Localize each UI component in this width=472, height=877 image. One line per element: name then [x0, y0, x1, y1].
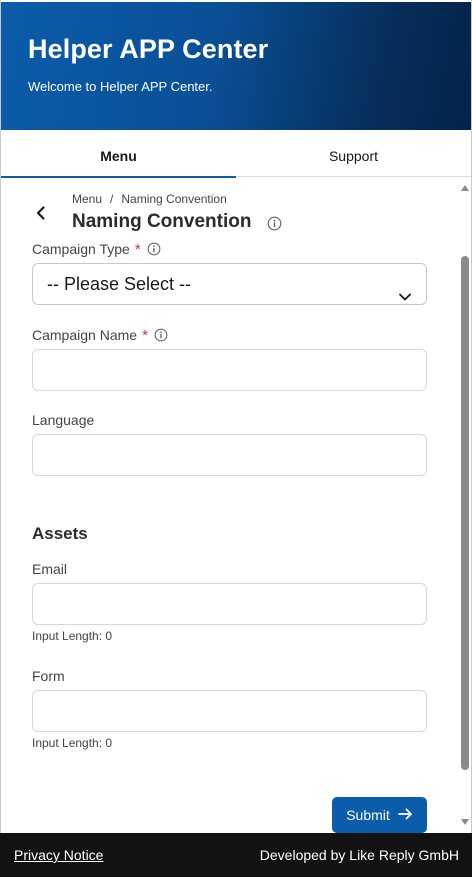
submit-button[interactable]: Submit — [332, 797, 427, 833]
breadcrumb-current: Naming Convention — [121, 192, 227, 206]
language-label: Language — [32, 412, 95, 428]
form-input-length: Input Length: 0 — [32, 736, 113, 750]
scroll-up-icon[interactable] — [461, 185, 469, 191]
app-title: Helper APP Center — [28, 34, 269, 64]
scrollbar-thumb[interactable] — [461, 256, 469, 770]
app-subtitle: Welcome to Helper APP Center. — [28, 79, 213, 94]
app-header: Helper APP Center Welcome to Helper APP … — [1, 2, 471, 130]
campaign-type-select[interactable]: -- Please Select -- — [32, 263, 427, 305]
breadcrumb-root[interactable]: Menu — [72, 192, 102, 206]
info-icon[interactable] — [154, 328, 168, 345]
breadcrumb: Menu / Naming Convention — [72, 192, 227, 206]
info-icon[interactable] — [267, 216, 282, 236]
page-title: Naming Convention — [72, 211, 252, 232]
required-mark: * — [134, 241, 141, 258]
email-input[interactable] — [32, 583, 427, 625]
arrow-right-icon — [397, 807, 413, 823]
campaign-type-selected-value: -- Please Select -- — [47, 274, 192, 294]
tab-menu[interactable]: Menu — [1, 136, 236, 178]
info-icon[interactable] — [147, 242, 161, 259]
campaign-name-label: Campaign Name * — [32, 327, 168, 345]
breadcrumb-separator: / — [110, 192, 114, 206]
campaign-type-label: Campaign Type * — [32, 241, 161, 259]
chevron-down-icon — [398, 278, 412, 318]
language-input[interactable] — [32, 434, 427, 476]
tab-bar: Menu Support — [1, 136, 471, 178]
form-input[interactable] — [32, 690, 427, 732]
required-mark: * — [142, 327, 148, 344]
scroll-down-icon[interactable] — [461, 819, 469, 825]
assets-section-title: Assets — [32, 524, 88, 543]
form-label: Form — [32, 668, 65, 684]
developer-credit: Developed by Like Reply GmbH — [259, 847, 459, 863]
email-input-length: Input Length: 0 — [32, 629, 113, 643]
footer: Privacy Notice Developed by Like Reply G… — [0, 833, 472, 877]
campaign-name-input[interactable] — [32, 349, 427, 391]
scrollbar[interactable] — [460, 182, 470, 828]
email-label: Email — [32, 561, 68, 577]
submit-label: Submit — [346, 807, 390, 823]
campaign-type-label-text: Campaign Type — [32, 241, 130, 257]
privacy-notice-link[interactable]: Privacy Notice — [14, 847, 103, 863]
back-icon[interactable] — [33, 205, 49, 221]
tab-support[interactable]: Support — [236, 136, 471, 177]
campaign-name-label-text: Campaign Name — [32, 327, 138, 343]
